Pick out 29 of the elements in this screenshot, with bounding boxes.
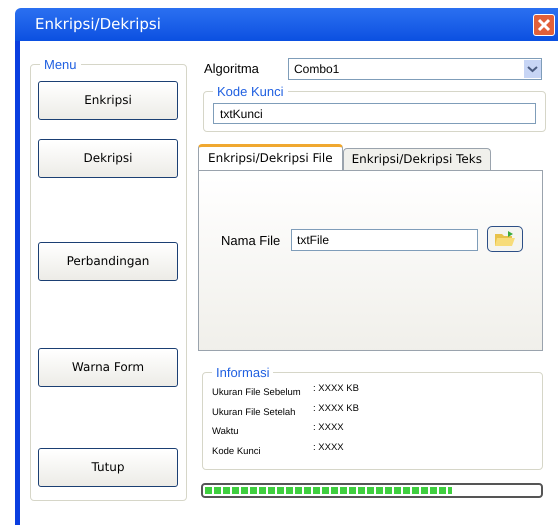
menu-button[interactable]: Enkripsi [38,80,178,120]
file-input[interactable]: txtFile [291,228,478,250]
tab[interactable]: Enkripsi/Dekripsi File [198,144,343,170]
menu-button[interactable]: Warna Form [38,348,178,386]
info-label: Ukuran File Sebelum [212,386,302,400]
menu-button[interactable]: Tutup [38,448,178,486]
algorithm-dropdown[interactable]: Combo1 [288,58,542,80]
browse-button[interactable] [487,226,523,252]
field-label: Algoritma [204,60,260,78]
info-value: : XXXX [313,440,344,454]
group-title: Kode Kunci [216,83,284,101]
tab[interactable]: Enkripsi/Dekripsi Teks [342,148,491,170]
info-value: : XXXX [313,421,344,435]
close-icon [537,18,551,32]
menu-button[interactable]: Perbandingan [38,242,178,280]
folder-icon [494,230,516,248]
chevron-down-icon [524,60,541,78]
menu-button[interactable]: Dekripsi [38,138,178,178]
group-title: Menu [43,56,78,74]
field-label: Nama File [221,232,282,250]
info-value: : XXXX KB [313,402,359,416]
close-button[interactable] [533,14,555,36]
key-input[interactable]: txtKunci [213,103,536,124]
info-label: Ukuran File Setelah [212,406,296,420]
info-value: : XXXX KB [313,382,359,396]
group-title: Informasi [215,364,270,382]
info-label: Waktu [212,425,240,439]
window-title: Enkripsi/Dekripsi [35,14,161,36]
info-label: Kode Kunci [212,444,262,458]
